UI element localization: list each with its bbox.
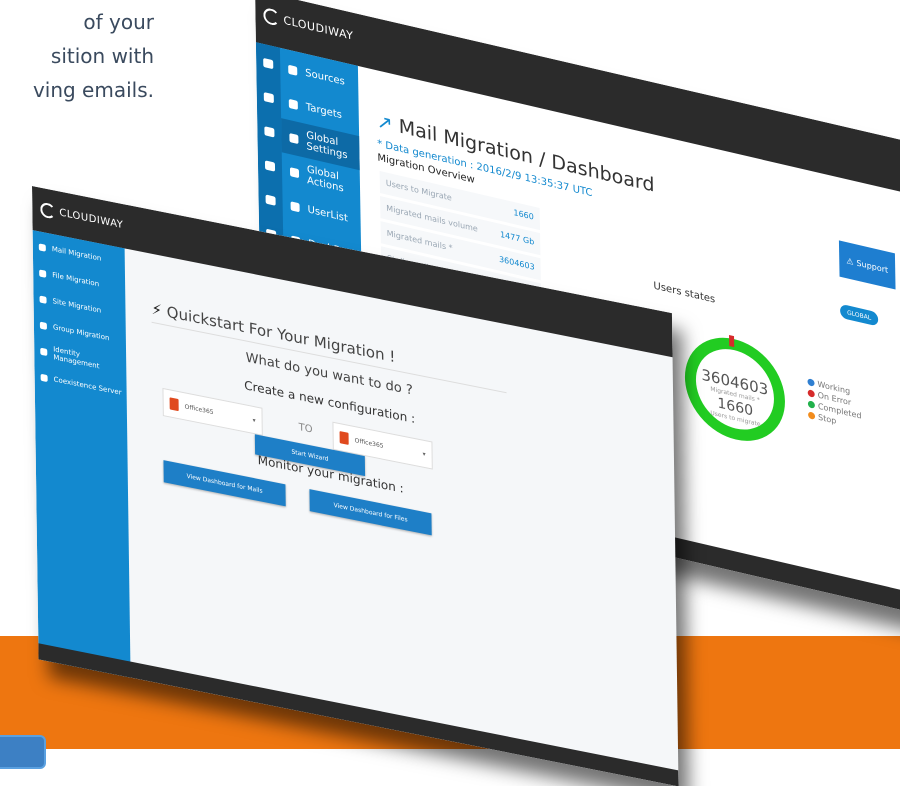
target-select-value: Office365 [354, 436, 384, 450]
row-icon[interactable] [263, 57, 274, 70]
legend-dot [808, 411, 816, 420]
actions-icon [289, 166, 300, 178]
intro-line-1: of your [83, 10, 154, 34]
sidebar-item-label: File Migration [52, 271, 100, 289]
group-icon [39, 321, 47, 330]
logo-swirl-icon [263, 6, 280, 27]
sidebar-item-label: Site Migration [52, 297, 102, 315]
sidebar-item-label: UserList [307, 203, 348, 225]
sidebar-item-label: Targets [305, 101, 343, 121]
row-icon[interactable] [265, 194, 276, 206]
intro-line-2: sition with [50, 44, 154, 68]
support-button[interactable]: ⚠ Support [838, 240, 896, 290]
office-icon [169, 397, 179, 412]
site-icon [39, 295, 47, 304]
list-icon [290, 200, 300, 212]
server-icon [40, 373, 48, 382]
key-icon [40, 347, 48, 356]
gear-icon [289, 132, 299, 144]
row-icon[interactable] [263, 92, 274, 104]
sidebar: Mail Migration File Migration Site Migra… [32, 230, 131, 678]
cloudiway-logo: CLOUDIWAY [263, 6, 354, 44]
to-label: TO [298, 421, 313, 436]
source-select[interactable]: Office365 ▾ [162, 387, 263, 436]
stat-value: 1477 Gb [499, 229, 535, 247]
warning-icon: ⚠ [846, 255, 854, 267]
legend-dot [807, 400, 815, 409]
brand-name: CLOUDIWAY [283, 13, 354, 43]
row-icon[interactable] [264, 126, 275, 138]
targets-icon [288, 98, 298, 110]
legend-label: Stop [818, 412, 837, 426]
source-select-value: Office365 [184, 402, 214, 416]
users-states-title: Users states [653, 280, 716, 306]
sidebar-item-label: Mail Migration [51, 244, 102, 263]
corner-button[interactable] [0, 735, 46, 769]
line-chart-icon: ↗ [376, 110, 393, 136]
donut-error-slice [729, 334, 735, 348]
global-toggle[interactable]: GLOBAL [840, 303, 879, 327]
sidebar-item-label: Coexistence Server [53, 375, 122, 397]
cloudiway-logo: CLOUDIWAY [40, 201, 124, 234]
chevron-down-icon: ▾ [252, 416, 256, 424]
donut-legend: Working On Error Completed Stop [807, 376, 862, 433]
stat-value: 1660 [513, 207, 534, 222]
brand-name: CLOUDIWAY [59, 207, 124, 232]
stat-value: 3604603 [498, 254, 535, 272]
chevron-down-icon: ▾ [422, 450, 426, 458]
logo-swirl-icon [40, 201, 56, 220]
sidebar-item-label: Group Migration [52, 323, 110, 343]
intro-line-3: ving emails. [32, 78, 154, 102]
office-icon [339, 431, 349, 445]
sidebar-item-label: Sources [305, 67, 345, 88]
support-label: Support [856, 257, 889, 275]
row-icon[interactable] [264, 160, 276, 172]
legend-dot [807, 378, 815, 387]
bolt-icon: ⚡ [151, 299, 163, 320]
legend-dot [807, 389, 815, 398]
sources-icon [288, 64, 298, 76]
intro-text: of your sition with ving emails. [0, 0, 160, 110]
file-icon [39, 268, 47, 278]
mail-icon [38, 242, 46, 252]
